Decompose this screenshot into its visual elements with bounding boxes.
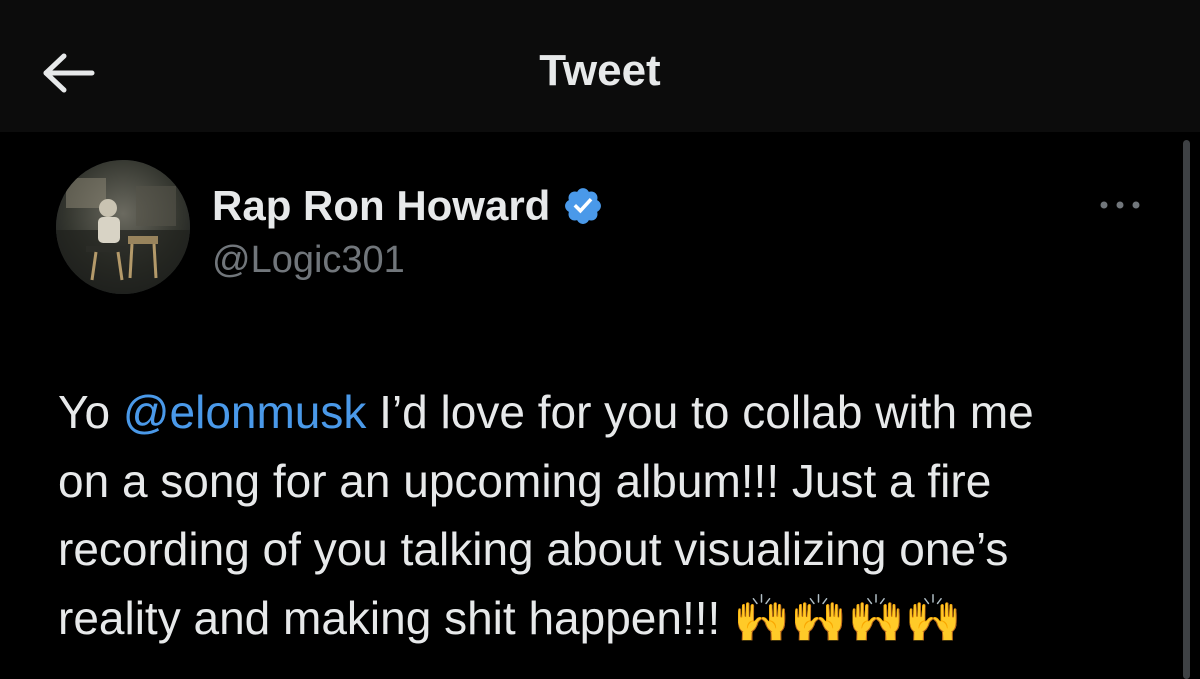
top-bar: Tweet bbox=[0, 0, 1200, 132]
tweet-text-line4: reality and making shit happen!!! bbox=[58, 591, 734, 644]
page-title: Tweet bbox=[539, 46, 661, 95]
more-options-button[interactable] bbox=[1097, 193, 1143, 217]
author-handle[interactable]: @Logic301 bbox=[212, 239, 405, 282]
author-display-name[interactable]: Rap Ron Howard bbox=[212, 182, 550, 230]
tweet-text-line2: on a song for an upcoming album!!! Just … bbox=[58, 454, 992, 507]
raised-hands-emoji: 🙌🙌🙌🙌 bbox=[733, 591, 963, 644]
tweet-text: Yo @elonmusk I’d love for you to collab … bbox=[58, 378, 1158, 652]
more-horizontal-icon bbox=[1100, 201, 1140, 209]
avatar[interactable] bbox=[56, 160, 190, 294]
mention-link[interactable]: @elonmusk bbox=[123, 386, 367, 438]
scrollbar[interactable] bbox=[1183, 140, 1190, 679]
verified-badge-icon bbox=[565, 188, 602, 224]
tweet-text-line3: recording of you talking about visualizi… bbox=[58, 523, 1009, 575]
avatar-image bbox=[56, 160, 190, 294]
tweet-text-line1: I’d love for you to collab with me bbox=[366, 386, 1034, 438]
tweet-text-prefix: Yo bbox=[58, 386, 123, 438]
author-name-row[interactable]: Rap Ron Howard bbox=[212, 180, 604, 232]
